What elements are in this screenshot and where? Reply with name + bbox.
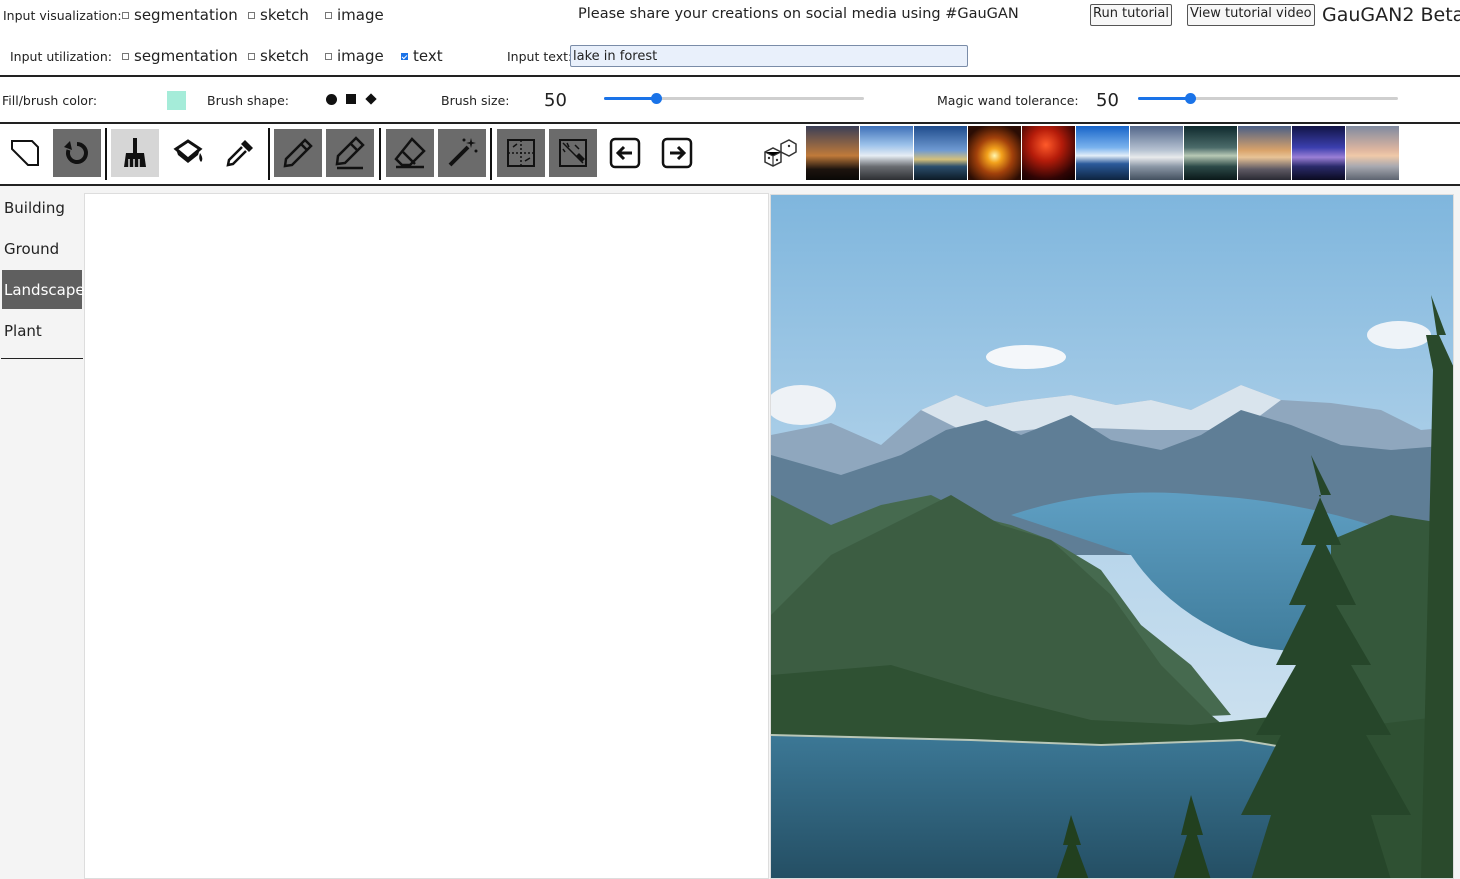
fill-bucket-icon[interactable] bbox=[164, 129, 212, 177]
brush-shape-label: Brush shape: bbox=[207, 93, 289, 108]
app-title: GauGAN2 Beta bbox=[1322, 4, 1460, 26]
checkbox[interactable] bbox=[325, 52, 332, 60]
style-thumbnail[interactable] bbox=[1076, 126, 1129, 180]
segmentation-map-icon[interactable] bbox=[497, 129, 545, 177]
category-building[interactable]: Building bbox=[2, 188, 82, 227]
divider bbox=[0, 75, 1460, 77]
checkbox[interactable] bbox=[248, 52, 255, 60]
random-dice-icon[interactable] bbox=[755, 129, 803, 177]
slider-handle[interactable] bbox=[651, 93, 662, 104]
fill-color-swatch[interactable] bbox=[167, 91, 186, 110]
style-thumbnail[interactable] bbox=[1238, 126, 1291, 180]
run-tutorial-button[interactable]: Run tutorial bbox=[1090, 4, 1172, 26]
magic-wand-tolerance-value: 50 bbox=[1096, 90, 1119, 111]
pencil-eraser-icon[interactable] bbox=[326, 129, 374, 177]
undo-icon[interactable] bbox=[601, 129, 649, 177]
toolbar-separator bbox=[379, 128, 381, 180]
util-segmentation-option[interactable]: segmentation bbox=[122, 47, 238, 65]
rotate-icon[interactable] bbox=[53, 129, 101, 177]
toolbar bbox=[0, 126, 1460, 182]
category-landscape[interactable]: Landscape bbox=[2, 270, 85, 309]
checkbox[interactable] bbox=[122, 11, 129, 19]
output-image bbox=[770, 194, 1454, 879]
checkbox[interactable] bbox=[248, 11, 255, 19]
vis-sketch-option[interactable]: sketch bbox=[248, 6, 309, 24]
eyedropper-icon[interactable] bbox=[216, 129, 264, 177]
vis-image-option[interactable]: image bbox=[325, 6, 384, 24]
brush-shape-circle-icon[interactable] bbox=[326, 94, 337, 105]
brush-shape-diamond-icon[interactable] bbox=[365, 93, 377, 105]
toolbar-separator bbox=[268, 128, 270, 180]
style-thumbnail[interactable] bbox=[1346, 126, 1399, 180]
slider-fill bbox=[1138, 97, 1190, 100]
vis-segmentation-option[interactable]: segmentation bbox=[122, 6, 238, 24]
style-thumbnail[interactable] bbox=[860, 126, 913, 180]
style-thumbnail[interactable] bbox=[1022, 126, 1075, 180]
new-canvas-icon[interactable] bbox=[1, 129, 49, 177]
style-thumbnail[interactable] bbox=[914, 126, 967, 180]
pencil-icon[interactable] bbox=[274, 129, 322, 177]
view-tutorial-video-button[interactable]: View tutorial video bbox=[1187, 4, 1315, 26]
share-message: Please share your creations on social me… bbox=[578, 6, 1019, 22]
category-ground[interactable]: Ground bbox=[2, 229, 82, 268]
checkbox[interactable] bbox=[122, 52, 129, 60]
toolbar-separator bbox=[105, 128, 107, 180]
redo-icon[interactable] bbox=[653, 129, 701, 177]
category-plant[interactable]: Plant bbox=[2, 311, 82, 350]
style-thumbnails bbox=[806, 126, 1400, 180]
input-text-label: Input text: bbox=[507, 49, 573, 64]
brush-size-value: 50 bbox=[544, 90, 567, 111]
sidebar-divider bbox=[1, 358, 83, 359]
category-sidebar: Building Ground Landscape Plant bbox=[0, 188, 85, 360]
sketch-map-icon[interactable] bbox=[549, 129, 597, 177]
input-visualization-label: Input visualization: bbox=[3, 8, 122, 23]
header-row-visualization: Input visualization: segmentation sketch… bbox=[0, 0, 1460, 33]
magic-wand-icon[interactable] bbox=[438, 129, 486, 177]
style-thumbnail[interactable] bbox=[1130, 126, 1183, 180]
style-thumbnail[interactable] bbox=[1292, 126, 1345, 180]
eraser-icon[interactable] bbox=[386, 129, 434, 177]
drawing-canvas[interactable] bbox=[84, 193, 769, 879]
brush-size-label: Brush size: bbox=[441, 93, 510, 108]
checkbox-checked[interactable] bbox=[401, 52, 408, 60]
fill-brush-color-label: Fill/brush color: bbox=[2, 93, 98, 108]
util-sketch-option[interactable]: sketch bbox=[248, 47, 309, 65]
input-utilization-label: Input utilization: bbox=[10, 49, 112, 64]
util-text-option[interactable]: text bbox=[401, 47, 443, 65]
style-thumbnail[interactable] bbox=[968, 126, 1021, 180]
brush-icon[interactable] bbox=[111, 129, 159, 177]
brush-shape-square-icon[interactable] bbox=[346, 94, 356, 104]
divider bbox=[0, 122, 1460, 124]
slider-handle[interactable] bbox=[1185, 93, 1196, 104]
magic-wand-tolerance-label: Magic wand tolerance: bbox=[937, 93, 1079, 108]
slider-fill bbox=[604, 97, 656, 100]
style-thumbnail[interactable] bbox=[806, 126, 859, 180]
brush-size-slider[interactable] bbox=[604, 93, 864, 104]
style-thumbnail[interactable] bbox=[1184, 126, 1237, 180]
landscape-picture bbox=[771, 195, 1453, 878]
toolbar-separator bbox=[490, 128, 492, 180]
input-text-field[interactable] bbox=[570, 45, 968, 67]
checkbox[interactable] bbox=[325, 11, 332, 19]
util-image-option[interactable]: image bbox=[325, 47, 384, 65]
magic-wand-slider[interactable] bbox=[1138, 93, 1398, 104]
